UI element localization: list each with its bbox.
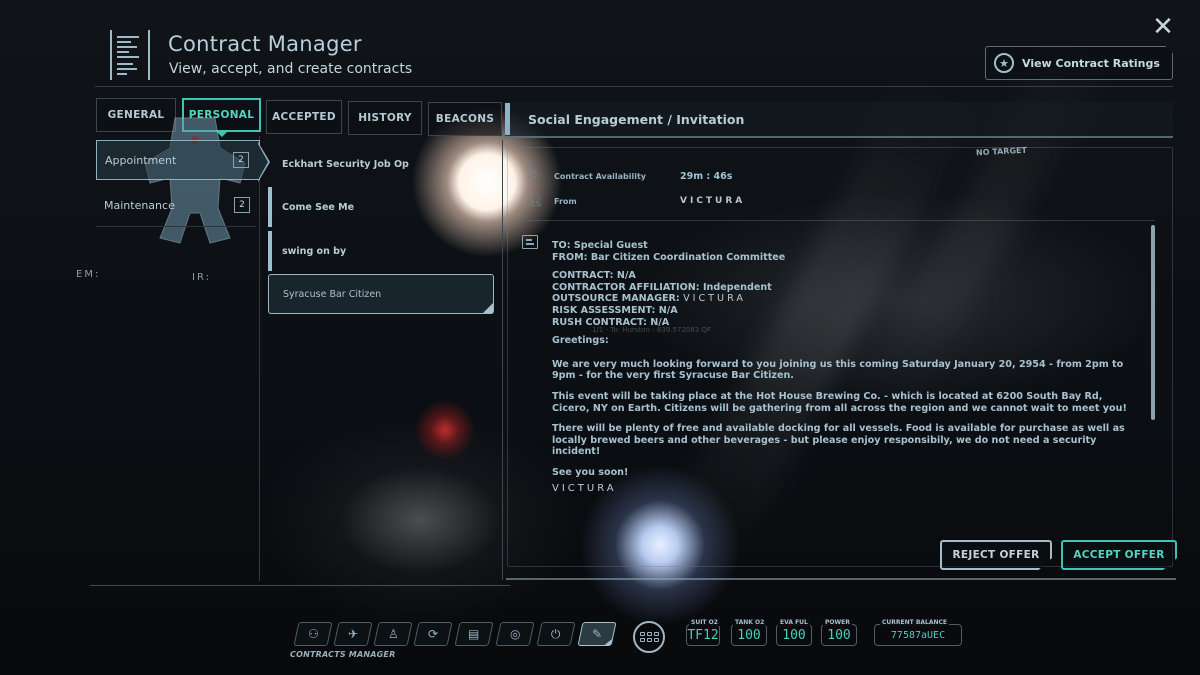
contract-list-item[interactable]: Eckhart Security Job Op bbox=[268, 144, 494, 184]
star-icon: ★ bbox=[994, 53, 1014, 73]
ir-signature-label: IR: bbox=[192, 272, 211, 283]
contract-list-item[interactable]: Come See Me bbox=[268, 187, 494, 227]
em-signature-label: EM: bbox=[76, 269, 101, 280]
eva-fuel-stat: 100 bbox=[776, 624, 812, 646]
eva-fuel-label: EVA FUL bbox=[778, 619, 810, 626]
app-starmap-button[interactable]: ◎ bbox=[495, 622, 535, 646]
contract-document-icon bbox=[110, 30, 150, 80]
category-count-badge: 2 bbox=[233, 152, 249, 168]
header-accent-bar bbox=[505, 103, 510, 135]
suit-o2-label: SUIT O2 bbox=[689, 619, 720, 626]
from-label: From bbox=[554, 196, 577, 206]
message-scrollbar[interactable] bbox=[1151, 225, 1155, 420]
app-power-button[interactable]: ⏻ bbox=[536, 622, 576, 646]
message-paragraph: We are very much looking forward to you … bbox=[552, 358, 1124, 382]
contract-list-item[interactable]: swing on by bbox=[268, 231, 494, 271]
message-to: TO: Special Guest bbox=[552, 240, 648, 251]
reflection-text: 1/1 - To: Hurston - 839.572083 QF bbox=[592, 326, 711, 334]
contract-title: Eckhart Security Job Op bbox=[282, 158, 409, 170]
category-label: Maintenance bbox=[104, 198, 175, 212]
unread-indicator bbox=[268, 187, 272, 227]
page-title: Contract Manager bbox=[168, 32, 362, 56]
contract-category-header: Social Engagement / Invitation bbox=[505, 102, 1173, 138]
unread-indicator bbox=[268, 231, 272, 271]
reject-offer-button[interactable]: REJECT OFFER bbox=[940, 540, 1052, 570]
message-closing: See you soon! bbox=[552, 466, 629, 478]
category-count-badge: 2 bbox=[234, 197, 250, 213]
tab-accepted[interactable]: ACCEPTED bbox=[266, 100, 342, 134]
message-contract: CONTRACT: N/A bbox=[552, 270, 636, 282]
from-row: 👤︎ From VICTURA bbox=[527, 193, 742, 209]
category-divider bbox=[96, 226, 256, 227]
from-value: VICTURA bbox=[680, 196, 746, 206]
current-balance-stat: 77587aUEC bbox=[874, 624, 962, 646]
ship-icon: ✈ bbox=[347, 627, 359, 641]
availability-value: 29m : 46s bbox=[680, 170, 733, 182]
app-refresh-button[interactable]: ⟳ bbox=[413, 622, 453, 646]
accept-offer-button[interactable]: ACCEPT OFFER bbox=[1061, 540, 1177, 570]
refresh-icon: ⟳ bbox=[427, 627, 439, 641]
current-balance-label: CURRENT BALANCE bbox=[880, 619, 950, 626]
contract-title: swing on by bbox=[282, 245, 347, 257]
view-contract-ratings-button[interactable]: ★ View Contract Ratings bbox=[985, 46, 1173, 80]
suit-o2-stat: TF12 bbox=[686, 624, 720, 646]
message-signature: VICTURA bbox=[552, 482, 617, 494]
contract-title: Syracuse Bar Citizen bbox=[283, 288, 382, 300]
message-manager-label: OUTSOURCE MANAGER: bbox=[552, 293, 680, 305]
active-app-label: CONTRACTS MANAGER bbox=[290, 650, 396, 659]
availability-label: Contract Availability bbox=[554, 171, 646, 181]
message-affiliation: CONTRACTOR AFFILIATION: Independent bbox=[552, 281, 772, 293]
category-label: Appointment bbox=[105, 153, 177, 167]
app-character-button[interactable]: ♙ bbox=[373, 622, 413, 646]
tab-history[interactable]: HISTORY bbox=[348, 101, 422, 135]
category-appointment[interactable]: Appointment 2 bbox=[96, 140, 260, 180]
contract-list-item-selected[interactable]: Syracuse Bar Citizen bbox=[268, 274, 494, 314]
availability-row: ⏱ Contract Availability 29m : 46s bbox=[527, 168, 732, 184]
header-divider bbox=[95, 86, 1173, 87]
contract-title: Come See Me bbox=[282, 201, 355, 213]
message-paragraph: There will be plenty of free and availab… bbox=[552, 423, 1125, 458]
power-label: POWER bbox=[823, 619, 852, 626]
category-maintenance[interactable]: Maintenance 2 bbox=[96, 185, 260, 225]
message-icon bbox=[522, 235, 538, 249]
close-icon[interactable]: ✕ bbox=[1151, 14, 1175, 40]
message-greeting: Greetings: bbox=[552, 335, 609, 347]
party-icon: ⚇ bbox=[307, 627, 319, 641]
panel-bottom-border bbox=[90, 585, 510, 586]
app-party-button[interactable]: ⚇ bbox=[293, 622, 333, 646]
stopwatch-icon: ⏱ bbox=[527, 168, 538, 183]
view-contract-ratings-label: View Contract Ratings bbox=[1022, 56, 1160, 70]
power-stat: 100 bbox=[821, 624, 857, 646]
message-from: FROM: Bar Citizen Coordination Committee bbox=[552, 251, 786, 263]
message-manager-value: VICTURA bbox=[683, 293, 746, 305]
inventory-icon: ▤ bbox=[468, 627, 480, 641]
app-inventory-button[interactable]: ▤ bbox=[454, 622, 494, 646]
tank-o2-label: TANK O2 bbox=[733, 619, 767, 626]
app-grid-button[interactable] bbox=[633, 621, 665, 653]
user-icon: 👤︎ bbox=[527, 193, 544, 208]
detail-divider bbox=[527, 220, 1155, 221]
message-paragraph: This event will be taking place at the H… bbox=[552, 390, 1127, 414]
app-ship-button[interactable]: ✈ bbox=[333, 622, 373, 646]
starmap-icon: ◎ bbox=[509, 627, 521, 641]
power-icon: ⏻ bbox=[551, 626, 561, 641]
panel-bottom-border bbox=[506, 578, 1176, 580]
character-icon: ♙ bbox=[387, 627, 399, 641]
contracts-icon: ✎ bbox=[591, 627, 603, 641]
tab-beacons[interactable]: BEACONS bbox=[428, 102, 502, 136]
message-risk: RISK ASSESSMENT: N/A bbox=[552, 304, 678, 316]
app-contracts-button[interactable]: ✎ bbox=[577, 622, 617, 646]
message-manager: OUTSOURCE MANAGER: VICTURA bbox=[552, 293, 1142, 305]
contract-message: TO: Special Guest FROM: Bar Citizen Coor… bbox=[552, 240, 1142, 494]
contract-category-title: Social Engagement / Invitation bbox=[528, 111, 745, 127]
page-subtitle: View, accept, and create contracts bbox=[169, 61, 413, 77]
tank-o2-stat: 100 bbox=[731, 624, 767, 646]
